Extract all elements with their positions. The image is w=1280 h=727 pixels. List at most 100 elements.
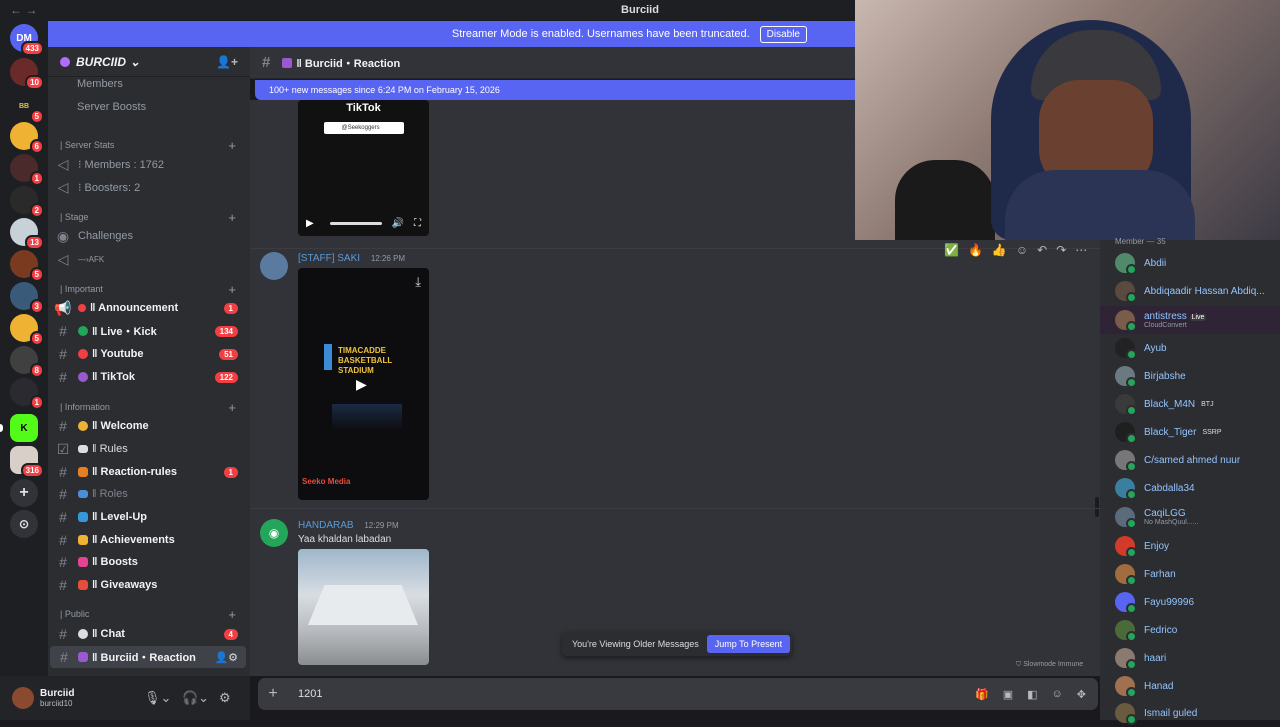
member-row[interactable]: Abdiqaadir Hassan Abdiq... bbox=[1100, 277, 1280, 305]
video-progress-bar[interactable] bbox=[329, 221, 382, 225]
member-row[interactable]: Black_Tiger SSRP bbox=[1100, 418, 1280, 446]
back-forward-icon[interactable]: ← → bbox=[10, 3, 37, 17]
add-channel-icon[interactable]: + bbox=[228, 138, 236, 153]
add-server-icon[interactable]: + bbox=[10, 479, 38, 507]
member-row[interactable]: Enjoy bbox=[1100, 532, 1280, 560]
apps-icon[interactable]: ✥ bbox=[1077, 688, 1086, 701]
add-channel-icon[interactable]: + bbox=[228, 607, 236, 622]
jump-to-present-button[interactable]: Jump To Present bbox=[706, 635, 791, 653]
channel-tiktok[interactable]: # ‖ TikTok 122 bbox=[48, 366, 250, 388]
voice-channel-afk[interactable]: ◁ —›AFK bbox=[48, 248, 250, 270]
play-icon[interactable]: ▶ bbox=[356, 376, 367, 393]
sidebar-item-members[interactable]: Members bbox=[48, 73, 250, 95]
add-reaction-icon[interactable]: ☺ bbox=[1016, 243, 1028, 259]
fullscreen-icon[interactable]: ⛶ bbox=[414, 218, 421, 229]
stage-channel-challenges[interactable]: ◉ Challenges bbox=[48, 225, 250, 247]
server-icon[interactable]: 10 bbox=[10, 58, 44, 90]
microphone-icon[interactable]: 🎙⌄ bbox=[144, 690, 171, 706]
gift-icon[interactable]: 🎁 bbox=[975, 688, 989, 701]
video-embed[interactable]: ⤓ TIMACADDE BASKETBALL STADIUM ▶ Seeko M… bbox=[298, 268, 429, 500]
channel-live-kick[interactable]: # ‖ Live・Kick 134 bbox=[48, 320, 250, 342]
avatar[interactable] bbox=[260, 252, 288, 280]
gear-icon[interactable]: ⚙ bbox=[219, 690, 231, 706]
category-important[interactable]: | Important + bbox=[48, 280, 250, 298]
add-channel-icon[interactable]: + bbox=[228, 210, 236, 225]
channel-boosts[interactable]: # ‖ Boosts bbox=[48, 551, 250, 573]
add-attachment-icon[interactable]: + bbox=[258, 685, 288, 703]
avatar[interactable]: ◉ bbox=[260, 519, 288, 547]
channel-giveaways[interactable]: # ‖ Giveaways bbox=[48, 574, 250, 596]
member-row[interactable]: Black_M4N BTJ bbox=[1100, 390, 1280, 418]
voice-channel-boosters[interactable]: ◁ ⁝ Boosters: 2 bbox=[48, 176, 250, 198]
kick-server-icon[interactable]: K bbox=[10, 414, 38, 442]
server-icon[interactable]: 5 bbox=[10, 250, 44, 282]
sidebar-item-server-boosts[interactable]: Server Boosts bbox=[48, 96, 250, 118]
disable-button[interactable]: Disable bbox=[759, 25, 807, 43]
sticker-icon[interactable]: ◧ bbox=[1027, 688, 1037, 701]
server-icon[interactable]: 2 bbox=[10, 186, 44, 218]
channel-welcome[interactable]: # ‖ Welcome bbox=[48, 415, 250, 437]
member-row[interactable]: Ayub bbox=[1100, 334, 1280, 362]
invite-icon[interactable]: 👤+ bbox=[216, 55, 238, 69]
settings-icon[interactable]: 👤⚙ bbox=[214, 651, 238, 664]
channel-level-up[interactable]: # ‖ Level-Up bbox=[48, 506, 250, 528]
channel-youtube[interactable]: # ‖ Youtube 51 bbox=[48, 343, 250, 365]
channel-roles[interactable]: # ‖ Roles bbox=[48, 483, 250, 505]
forward-icon[interactable]: ↷ bbox=[1056, 243, 1066, 259]
member-row[interactable]: Abdii bbox=[1100, 249, 1280, 277]
server-icon[interactable]: 316 bbox=[10, 446, 44, 478]
discover-icon[interactable]: ⊙ bbox=[10, 510, 38, 538]
server-icon[interactable]: 3 bbox=[10, 282, 44, 314]
video-embed[interactable]: TikTok @Seekoggers ▶ 🔊 ⛶ bbox=[298, 100, 429, 236]
server-icon[interactable]: 1 bbox=[10, 378, 44, 410]
channel-reaction-rules[interactable]: # ‖ Reaction-rules 1 bbox=[48, 461, 250, 483]
member-row[interactable]: Ismail guled bbox=[1100, 699, 1280, 727]
server-icon[interactable]: 8 bbox=[10, 346, 44, 378]
gif-icon[interactable]: ▣ bbox=[1003, 688, 1013, 701]
volume-icon[interactable]: 🔊 bbox=[392, 218, 404, 229]
server-icon[interactable]: 13 bbox=[10, 218, 44, 250]
thumbs-up-reaction-icon[interactable]: 👍 bbox=[992, 243, 1007, 259]
download-icon[interactable]: ⤓ bbox=[415, 274, 421, 290]
fire-reaction-icon[interactable]: 🔥 bbox=[968, 243, 983, 259]
member-row[interactable]: Fayu99996 bbox=[1100, 588, 1280, 616]
reply-icon[interactable]: ↶ bbox=[1037, 243, 1047, 259]
category-stage[interactable]: | Stage + bbox=[48, 208, 250, 226]
add-channel-icon[interactable]: + bbox=[228, 400, 236, 415]
emoji-icon[interactable]: ☺ bbox=[1052, 688, 1063, 701]
server-icon[interactable]: 5 bbox=[10, 314, 44, 346]
member-row[interactable]: antistress Live CloudConvert bbox=[1100, 306, 1280, 334]
member-row[interactable]: Cabdalla34 bbox=[1100, 474, 1280, 502]
channel-rules[interactable]: ☑ ‖ Rules bbox=[48, 438, 250, 460]
member-row[interactable]: Hanad bbox=[1100, 672, 1280, 700]
channel-chat[interactable]: # ‖ Chat 4 bbox=[48, 623, 250, 645]
message-author[interactable]: HANDARAB bbox=[298, 520, 354, 531]
voice-channel-members[interactable]: ◁ ⁝ Members : 1762 bbox=[48, 153, 250, 175]
member-row[interactable]: CaqiLGG No MashQuul...... bbox=[1100, 503, 1280, 531]
server-icon[interactable]: BB 5 bbox=[10, 92, 44, 124]
avatar[interactable] bbox=[12, 687, 34, 709]
member-row[interactable]: Birjabshe bbox=[1100, 362, 1280, 390]
home-icon[interactable]: DM 433 bbox=[10, 24, 44, 56]
chat-scrollbar[interactable] bbox=[1095, 497, 1099, 517]
check-reaction-icon[interactable]: ✅ bbox=[944, 243, 959, 259]
message-author[interactable]: [STAFF] SAKI bbox=[298, 253, 360, 264]
image-attachment[interactable] bbox=[298, 549, 429, 665]
member-row[interactable]: C/samed ahmed nuur bbox=[1100, 446, 1280, 474]
server-icon[interactable]: 6 bbox=[10, 122, 44, 154]
new-messages-bar[interactable]: 100+ new messages since 6:24 PM on Febru… bbox=[255, 80, 855, 100]
category-server-stats[interactable]: | Server Stats + bbox=[48, 136, 250, 154]
headphones-icon[interactable]: 🎧⌄ bbox=[182, 690, 209, 706]
add-channel-icon[interactable]: + bbox=[228, 282, 236, 297]
member-row[interactable]: haari bbox=[1100, 644, 1280, 672]
play-icon[interactable]: ▶ bbox=[306, 218, 314, 229]
message-input[interactable]: 1201 bbox=[298, 688, 322, 700]
server-icon[interactable]: 1 bbox=[10, 154, 44, 186]
channel-burciid-reaction[interactable]: # ‖ Burciid・Reaction 👤⚙ bbox=[50, 646, 246, 668]
member-row[interactable]: Farhan bbox=[1100, 560, 1280, 588]
member-row[interactable]: Fedrico bbox=[1100, 616, 1280, 644]
category-information[interactable]: | Information + bbox=[48, 398, 250, 416]
more-icon[interactable]: ⋯ bbox=[1075, 243, 1087, 259]
category-public[interactable]: | Public + bbox=[48, 605, 250, 623]
channel-announcement[interactable]: 📢 ‖ Announcement 1 bbox=[48, 297, 250, 319]
